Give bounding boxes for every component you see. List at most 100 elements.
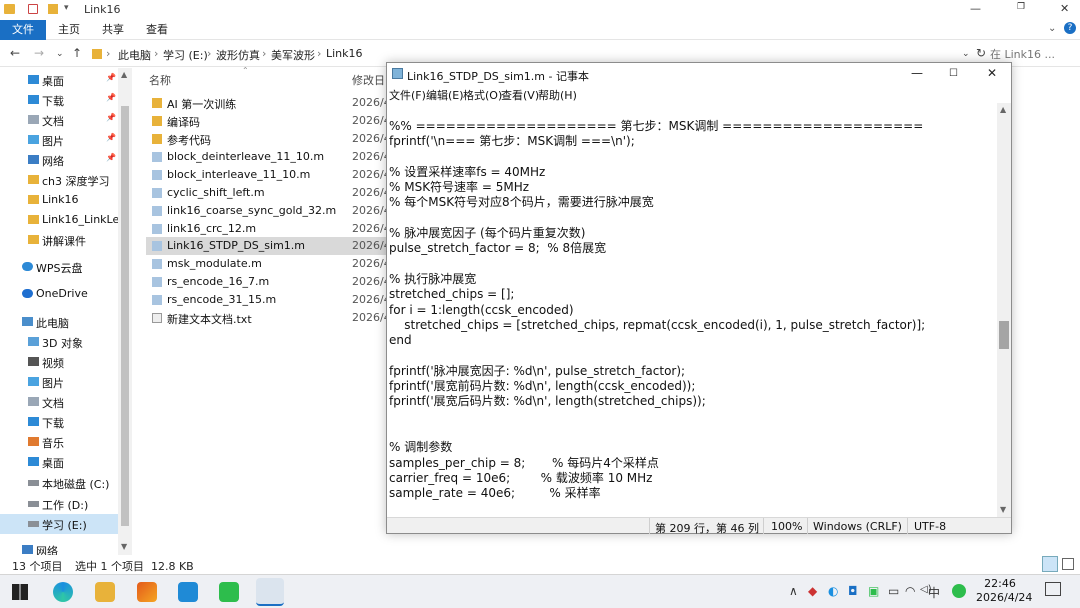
folder-icon xyxy=(28,195,39,204)
tray-expand-icon[interactable]: ∧ xyxy=(789,584,798,598)
breadcrumb-item[interactable]: 波形仿真 xyxy=(216,47,260,63)
pin-icon[interactable]: 📌 xyxy=(106,113,116,122)
ime-indicator[interactable]: 中 xyxy=(928,584,940,601)
nav-item-3d-objects[interactable]: 3D 对象 xyxy=(0,332,118,352)
pin-icon[interactable]: 📌 xyxy=(106,73,116,82)
nav-item-this-pc[interactable]: 此电脑 xyxy=(0,312,118,332)
notification-icon[interactable] xyxy=(1045,582,1061,596)
breadcrumb-item[interactable]: 学习 (E:) xyxy=(163,47,208,63)
minimize-button[interactable]: — xyxy=(970,2,981,15)
nav-item-onedrive[interactable]: OneDrive xyxy=(0,284,118,304)
breadcrumb-item[interactable]: 美军波形 xyxy=(271,47,315,63)
details-view-icon[interactable] xyxy=(1042,556,1058,572)
ribbon-expand-icon[interactable]: ⌄ xyxy=(1048,23,1056,34)
nav-item-documents[interactable]: 文档 📌 xyxy=(0,110,118,130)
tray-security-icon[interactable]: ◘ xyxy=(848,584,858,598)
notepad-minimize-button[interactable]: — xyxy=(911,66,923,80)
nav-item-drive-d[interactable]: 工作 (D:) xyxy=(0,494,118,514)
nav-item-courseware[interactable]: 讲解课件 xyxy=(0,230,118,250)
menu-help[interactable]: 帮助(H) xyxy=(538,87,577,103)
up-arrow-icon[interactable]: ↑ xyxy=(72,46,82,60)
edge-browser-icon[interactable] xyxy=(53,582,73,602)
tray-app-icon[interactable]: ◆ xyxy=(808,584,817,598)
maximize-button[interactable]: ❐ xyxy=(1017,2,1025,12)
breadcrumb-item[interactable]: Link16 xyxy=(326,47,363,60)
back-arrow-icon[interactable]: ← xyxy=(10,46,20,60)
wechat-icon[interactable] xyxy=(219,582,239,602)
tray-status-icon[interactable] xyxy=(952,584,966,598)
close-button[interactable]: ✕ xyxy=(1060,2,1069,15)
notepad-close-button[interactable]: ✕ xyxy=(987,66,997,80)
nav-item-drive-e[interactable]: 学习 (E:) xyxy=(0,514,118,534)
nav-item-downloads[interactable]: 下载 📌 xyxy=(0,90,118,110)
pin-icon[interactable]: 📌 xyxy=(106,133,116,142)
file-name: cyclic_shift_left.m xyxy=(167,186,265,199)
tray-wechat-icon[interactable]: ▣ xyxy=(868,584,879,598)
status-divider xyxy=(907,518,908,534)
file-row-selected[interactable]: Link16_STDP_DS_sim1.m 2026/4 xyxy=(146,237,391,255)
menu-view[interactable]: 查看(V) xyxy=(501,87,539,103)
nav-item-pictures-pc[interactable]: 图片 xyxy=(0,372,118,392)
nav-item-desktop-pc[interactable]: 桌面 xyxy=(0,452,118,472)
nav-item-network-pinned[interactable]: 网络 📌 xyxy=(0,150,118,170)
sort-up-icon: ⌃ xyxy=(242,66,249,75)
folder-icon xyxy=(152,116,162,126)
notepad-text-area[interactable]: %% ==================== 第七步：MSK调制 ======… xyxy=(389,119,997,515)
nav-item-downloads-pc[interactable]: 下载 xyxy=(0,412,118,432)
scroll-thumb[interactable] xyxy=(121,106,129,526)
forward-arrow-icon[interactable]: → xyxy=(34,46,44,60)
nav-item-pictures[interactable]: 图片 📌 xyxy=(0,130,118,150)
notepad-scroll-thumb[interactable] xyxy=(999,321,1009,349)
help-icon[interactable]: ? xyxy=(1064,22,1076,34)
matlab-icon[interactable] xyxy=(137,582,157,602)
breadcrumb-item[interactable]: 此电脑 xyxy=(118,47,151,63)
nav-item-music[interactable]: 音乐 xyxy=(0,432,118,452)
battery-icon[interactable]: ▭ xyxy=(888,584,899,598)
pin-icon[interactable]: 📌 xyxy=(106,93,116,102)
nav-item-documents-pc[interactable]: 文档 xyxy=(0,392,118,412)
properties-icon[interactable] xyxy=(28,4,38,14)
notepad-vertical-scrollbar[interactable]: ▲ ▼ xyxy=(997,103,1011,517)
scroll-up-icon[interactable]: ▲ xyxy=(121,70,127,79)
notepad-taskbar-icon[interactable] xyxy=(256,578,284,606)
nav-item-link16-linklevel[interactable]: Link16_LinkLeve xyxy=(0,210,133,230)
address-dropdown-icon[interactable]: ⌄ xyxy=(962,49,970,59)
menu-format[interactable]: 格式(O) xyxy=(463,87,502,103)
tab-home[interactable]: 主页 xyxy=(58,20,80,40)
large-icons-view-icon[interactable] xyxy=(1062,558,1074,570)
music-icon xyxy=(28,437,39,446)
scroll-up-icon[interactable]: ▲ xyxy=(1000,105,1006,114)
recent-dropdown-icon[interactable]: ⌄ xyxy=(56,49,64,59)
refresh-icon[interactable]: ↻ xyxy=(976,46,986,60)
system-clock[interactable]: 22:46 2026/4/24 xyxy=(976,577,1032,605)
start-windows-icon[interactable] xyxy=(12,584,28,600)
tab-share[interactable]: 共享 xyxy=(102,20,124,40)
scroll-down-icon[interactable]: ▼ xyxy=(121,542,127,551)
nav-item-link16[interactable]: Link16 xyxy=(0,190,118,210)
menu-file[interactable]: 文件(F) xyxy=(389,87,426,103)
notepad-maximize-button[interactable]: ☐ xyxy=(949,68,958,79)
nav-item-videos[interactable]: 视频 xyxy=(0,352,118,372)
nav-item-desktop[interactable]: 桌面 📌 xyxy=(0,70,118,90)
nav-scrollbar[interactable]: ▲ ▼ xyxy=(118,68,132,555)
tray-cloud-icon[interactable]: ◐ xyxy=(828,584,838,598)
column-header-date[interactable]: 修改日 xyxy=(352,72,385,88)
nav-item-wps-cloud[interactable]: WPS云盘 xyxy=(0,257,118,277)
picture-icon xyxy=(28,377,39,386)
sync-app-icon[interactable] xyxy=(178,582,198,602)
file-explorer-icon[interactable] xyxy=(95,582,115,602)
tab-file[interactable]: 文件 xyxy=(0,20,46,40)
nav-item-drive-c[interactable]: 本地磁盘 (C:) xyxy=(0,473,118,493)
new-folder-icon[interactable] xyxy=(48,4,58,14)
wifi-icon[interactable]: ◠ xyxy=(905,584,915,598)
quick-access-dropdown-icon[interactable]: ▾ xyxy=(64,3,69,13)
pin-icon[interactable]: 📌 xyxy=(106,153,116,162)
menu-edit[interactable]: 编辑(E) xyxy=(426,87,464,103)
tab-view[interactable]: 查看 xyxy=(146,20,168,40)
scroll-down-icon[interactable]: ▼ xyxy=(1000,505,1006,514)
search-box[interactable]: 在 Link16 ... xyxy=(990,46,1078,62)
file-name: block_deinterleave_11_10.m xyxy=(167,150,325,163)
nav-item-ch3[interactable]: ch3 深度学习 xyxy=(0,170,118,190)
column-header-name[interactable]: 名称 xyxy=(149,72,171,88)
